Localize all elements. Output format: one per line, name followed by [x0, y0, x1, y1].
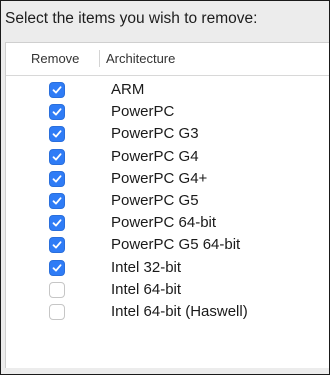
architecture-label: PowerPC G5 [111, 191, 199, 209]
remove-checkbox[interactable] [49, 126, 65, 143]
remove-checkbox[interactable] [49, 259, 65, 276]
architecture-label: Intel 32-bit [111, 258, 182, 276]
architectures-table[interactable]: Remove Architecture ARM PowerPC PowerPC G3… [5, 42, 329, 368]
checkmark-icon [52, 130, 62, 138]
architecture-label: PowerPC G4 [111, 147, 199, 165]
checkmark-icon [52, 197, 62, 205]
checkmark-icon [52, 219, 62, 227]
column-header-architecture[interactable]: Architecture [106, 51, 175, 66]
architecture-label: PowerPC [111, 103, 175, 121]
architecture-label: Intel 64-bit (Haswell) [111, 302, 248, 320]
remove-checkbox[interactable] [49, 215, 65, 232]
table-row[interactable]: PowerPC G3 [6, 124, 329, 146]
architecture-label: Intel 64-bit [111, 280, 182, 298]
table-row[interactable]: PowerPC G5 64-bit [6, 235, 329, 257]
remove-checkbox[interactable] [49, 237, 65, 254]
architecture-label: PowerPC G3 [111, 125, 199, 143]
table-row[interactable]: ARM [6, 80, 329, 102]
architecture-label: PowerPC G5 64-bit [111, 236, 241, 254]
checkmark-icon [52, 175, 62, 183]
checkmark-icon [52, 152, 62, 161]
architecture-label: PowerPC G4+ [111, 169, 208, 187]
remove-checkbox[interactable] [49, 104, 65, 121]
column-header-remove[interactable]: Remove [31, 51, 79, 66]
table-row[interactable]: Intel 64-bit (Haswell) [6, 302, 329, 324]
table-row[interactable]: PowerPC [6, 102, 329, 124]
table-row[interactable]: Intel 32-bit [6, 258, 329, 280]
remove-architectures-dialog: Select the items you wish to remove: Rem… [0, 0, 330, 375]
table-header: Remove Architecture [6, 43, 329, 76]
remove-checkbox[interactable] [49, 170, 65, 187]
table-row[interactable]: PowerPC G4+ [6, 169, 329, 191]
table-row[interactable]: PowerPC G4 [6, 147, 329, 169]
table-row[interactable]: PowerPC G5 [6, 191, 329, 213]
checkmark-icon [52, 241, 62, 249]
table-row[interactable]: Intel 64-bit [6, 280, 329, 302]
remove-checkbox[interactable] [49, 148, 65, 165]
checkmark-icon [52, 108, 62, 116]
checkmark-icon [52, 263, 62, 271]
architecture-label: ARM [111, 81, 145, 98]
remove-checkbox[interactable] [49, 281, 65, 298]
remove-checkbox[interactable] [49, 303, 65, 320]
remove-checkbox[interactable] [49, 82, 65, 98]
column-separator [99, 50, 100, 67]
table-body: ARM PowerPC PowerPC G3 PowerPC G4 PowerPC G4… [6, 80, 329, 324]
remove-checkbox[interactable] [49, 192, 65, 209]
table-row[interactable]: PowerPC 64-bit [6, 213, 329, 235]
instruction-text: Select the items you wish to remove: [5, 10, 258, 27]
checkmark-icon [52, 86, 62, 94]
architecture-label: PowerPC 64-bit [111, 214, 217, 232]
